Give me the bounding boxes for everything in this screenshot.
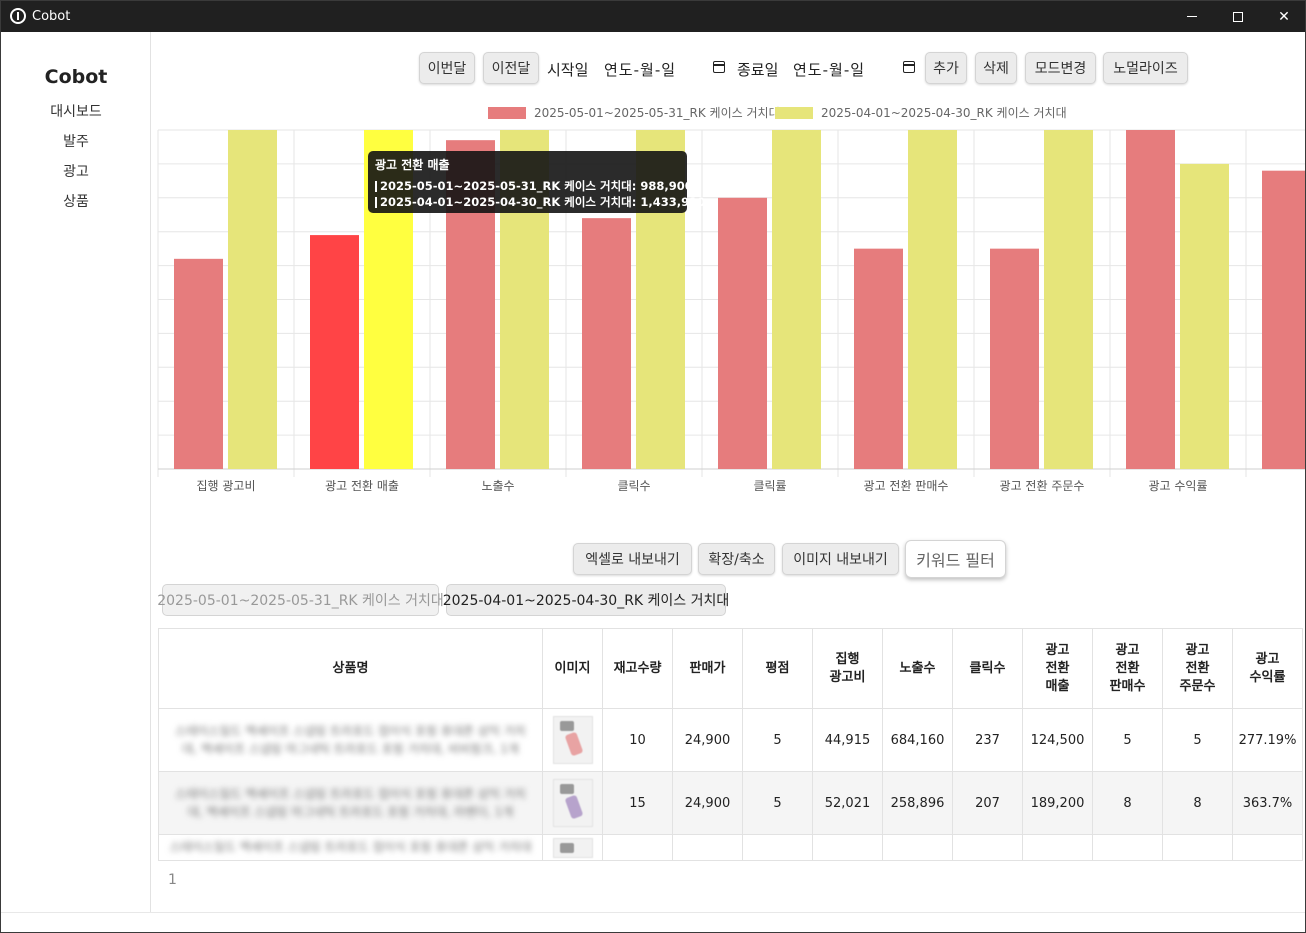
product-name: 스테이스일드 맥세이프 스냅링 트라포드 접이식 포핑 휴대폰 삼익 거치대, … [175, 787, 526, 819]
col-header-conv-orders[interactable]: 광고 전환 주문수 [1162, 628, 1233, 709]
bar-1-0[interactable] [174, 258, 223, 469]
rating-cell: 5 [742, 771, 813, 835]
stock-cell: 15 [602, 771, 673, 835]
tooltip-row-1: 2025-05-01~2025-05-31_RK 케이스 거치대: 988,90… [375, 178, 693, 194]
impressions-cell: 684,160 [882, 708, 953, 772]
col-header-conv-sales[interactable]: 광고 전환 매출 [1022, 628, 1093, 709]
product-name: 스테이스일드 맥세이프 스냅링 트라포드 접이식 포핑 휴대폰 삼익 거치대 [169, 839, 532, 854]
table-row[interactable]: 스테이스일드 맥세이프 스냅링 트라포드 접이식 포핑 휴대폰 삼익 거치대, … [158, 771, 1303, 835]
col-header-ad-spend[interactable]: 집행 광고비 [812, 628, 883, 709]
brand-logo: Cobot [44, 66, 108, 88]
bar-1-1[interactable] [310, 235, 359, 469]
bar-1-4[interactable] [718, 197, 767, 470]
conv-sales-cell: 189,200 [1022, 771, 1093, 835]
sidebar-item-ads[interactable]: 광고 [1, 161, 151, 181]
bar-1-3[interactable] [582, 218, 631, 469]
x-tick-label: 집행 광고비 [196, 478, 255, 493]
rating-cell: 5 [742, 708, 813, 772]
col-header-clicks[interactable]: 클릭수 [952, 628, 1023, 709]
bar-1-8[interactable] [1262, 170, 1305, 469]
close-button[interactable]: ✕ [1261, 1, 1306, 32]
tooltip-value-2: 2025-04-01~2025-04-30_RK 케이스 거치대: 1,433,… [380, 195, 706, 209]
x-tick-label: 노출수 [481, 479, 514, 493]
pagination-page[interactable]: 1 [168, 872, 177, 888]
roas-cell: 277.19% [1232, 708, 1303, 772]
close-icon: ✕ [1278, 8, 1290, 25]
bar-1-6[interactable] [990, 248, 1039, 469]
x-tick-label: 광고 전환 매출 [325, 479, 399, 493]
table-row[interactable]: 스테이스일드 맥세이프 스냅링 트라포드 접이식 포핑 휴대폰 삼익 거치대 [158, 834, 1303, 861]
sidebar-item-dashboard[interactable]: 대시보드 [1, 101, 151, 121]
bar-chart[interactable]: 집행 광고비 광고 전환 매출 노출수 클릭수 클릭률 광고 전환 판매수 광고 전환 주문… [152, 32, 1305, 512]
dataset-tab-1[interactable]: 2025-05-01~2025-05-31_RK 케이스 거치대 [157, 584, 444, 616]
product-name: 스테이스일드 맥세이프 스냅링 트라포드 접이식 포핑 휴대폰 삼익 거치대, … [175, 724, 526, 756]
title-bar: Cobot ✕ [1, 1, 1305, 32]
product-thumbnail [552, 716, 593, 764]
conv-orders-cell: 5 [1162, 708, 1233, 772]
ad-spend-cell: 52,021 [812, 771, 883, 835]
price-cell: 24,900 [672, 771, 743, 835]
tooltip-title: 광고 전환 매출 [375, 158, 450, 172]
conv-units-cell: 5 [1092, 708, 1163, 772]
tooltip-row-2: 2025-04-01~2025-04-30_RK 케이스 거치대: 1,433,… [375, 194, 705, 210]
window-title: Cobot [32, 9, 71, 24]
tooltip-swatch-2 [375, 196, 377, 208]
product-thumbnail [552, 779, 593, 827]
conv-sales-cell: 124,500 [1022, 708, 1093, 772]
x-tick-label: 광고 수익률 [1148, 479, 1207, 493]
product-thumbnail [552, 837, 593, 858]
col-header-image[interactable]: 이미지 [542, 628, 603, 709]
sidebar-item-products[interactable]: 상품 [1, 191, 151, 211]
sidebar: Cobot 대시보드 발주 광고 상품 [1, 32, 151, 912]
dataset-tab-2[interactable]: 2025-04-01~2025-04-30_RK 케이스 거치대 [443, 584, 729, 616]
bar-1-7[interactable] [1126, 130, 1175, 469]
col-header-conv-units[interactable]: 광고 전환 판매수 [1092, 628, 1163, 709]
horizontal-scrollbar[interactable] [1, 912, 1305, 932]
sidebar-item-order[interactable]: 발주 [1, 131, 151, 151]
ad-spend-cell: 44,915 [812, 708, 883, 772]
conv-units-cell: 8 [1092, 771, 1163, 835]
expand-collapse-button[interactable]: 확장/축소 [698, 543, 775, 575]
col-header-name[interactable]: 상품명 [158, 628, 543, 709]
bar-1-5[interactable] [854, 248, 903, 469]
maximize-icon [1233, 11, 1243, 22]
conv-orders-cell: 8 [1162, 771, 1233, 835]
table-row[interactable]: 스테이스일드 맥세이프 스냅링 트라포드 접이식 포핑 휴대폰 삼익 거치대, … [158, 708, 1303, 772]
bar-2-6[interactable] [1044, 130, 1093, 469]
minimize-button[interactable] [1169, 1, 1215, 32]
table-header-row: 상품명 이미지 재고수량 판매가 평점 집행 광고비 노출수 클릭수 광고 전환… [158, 628, 1303, 709]
maximize-button[interactable] [1215, 1, 1261, 32]
col-header-roas[interactable]: 광고 수익률 [1232, 628, 1303, 709]
tooltip-swatch-1 [375, 180, 377, 192]
main-content: 이번달 이전달 시작일 연도-월-일 종료일 연도-월-일 추가 삭제 모드변경… [152, 32, 1305, 912]
export-image-button[interactable]: 이미지 내보내기 [782, 543, 899, 575]
minimize-icon [1187, 16, 1197, 17]
x-tick-label: 광고 전환 주문수 [1000, 479, 1085, 493]
clicks-cell: 207 [952, 771, 1023, 835]
x-tick-label: 클릭률 [753, 479, 786, 493]
app-logo-icon [10, 8, 26, 24]
keyword-filter-button[interactable]: 키워드 필터 [905, 540, 1006, 578]
product-table: 상품명 이미지 재고수량 판매가 평점 집행 광고비 노출수 클릭수 광고 전환… [158, 628, 1303, 861]
impressions-cell: 258,896 [882, 771, 953, 835]
col-header-stock[interactable]: 재고수량 [602, 628, 673, 709]
export-excel-button[interactable]: 엑셀로 내보내기 [573, 543, 692, 575]
bar-2-4[interactable] [772, 130, 821, 469]
bar-2-5[interactable] [908, 130, 957, 469]
bar-2-0[interactable] [228, 130, 277, 469]
col-header-rating[interactable]: 평점 [742, 628, 813, 709]
col-header-price[interactable]: 판매가 [672, 628, 743, 709]
roas-cell: 363.7% [1232, 771, 1303, 835]
clicks-cell: 237 [952, 708, 1023, 772]
app-window: Cobot ✕ Cobot 대시보드 발주 광고 상품 이번달 이전달 시작일 … [0, 0, 1306, 933]
price-cell: 24,900 [672, 708, 743, 772]
chart-tooltip: 광고 전환 매출 2025-05-01~2025-05-31_RK 케이스 거치… [368, 151, 705, 213]
col-header-impressions[interactable]: 노출수 [882, 628, 953, 709]
stock-cell: 10 [602, 708, 673, 772]
x-tick-label: 광고 전환 판매수 [864, 479, 949, 493]
x-tick-label: 클릭수 [617, 479, 650, 493]
bar-2-7[interactable] [1180, 163, 1229, 469]
tooltip-value-1: 2025-05-01~2025-05-31_RK 케이스 거치대: 988,90… [380, 179, 693, 193]
